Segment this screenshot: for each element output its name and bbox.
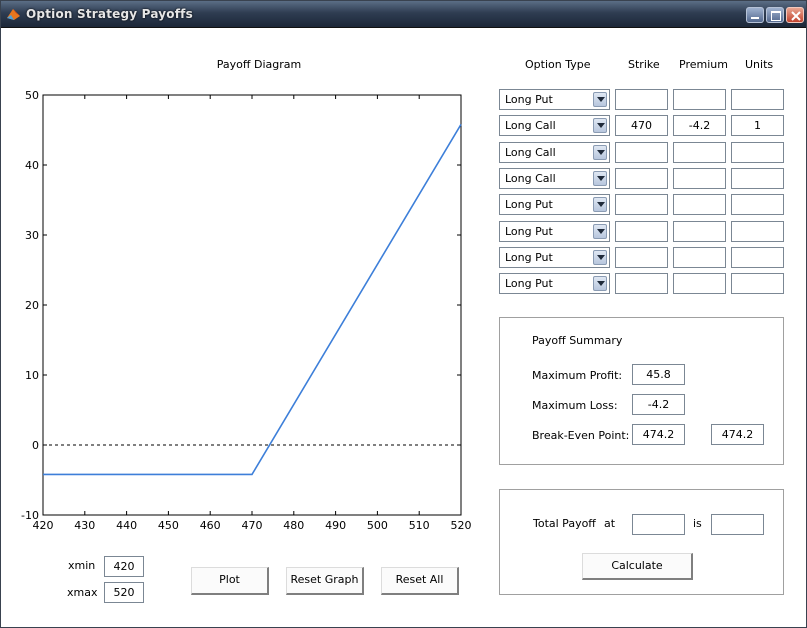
option-type-value: Long Put (505, 225, 553, 238)
units-input[interactable] (731, 194, 784, 215)
total-payoff-label: Total Payoff (533, 517, 596, 530)
chevron-down-icon[interactable] (593, 250, 607, 265)
max-profit-label: Maximum Profit: (532, 369, 623, 382)
app-window: Option Strategy Payoffs Payoff Diagram -… (0, 0, 807, 628)
premium-input[interactable] (673, 168, 726, 189)
summary-title: Payoff Summary (532, 334, 623, 347)
reset-all-button[interactable]: Reset All (381, 567, 459, 595)
header-premium: Premium (679, 58, 728, 71)
option-type-select[interactable]: Long Put (499, 89, 610, 110)
chevron-down-icon[interactable] (593, 145, 607, 160)
total-is-label: is (693, 517, 702, 530)
calculate-button[interactable]: Calculate (582, 553, 693, 580)
header-units: Units (745, 58, 774, 71)
option-type-value: Long Put (505, 277, 553, 290)
option-type-select[interactable]: Long Call (499, 142, 610, 163)
total-at-label: at (604, 517, 616, 530)
x-tick-label: 420 (33, 519, 54, 532)
max-profit-field[interactable]: 45.8 (632, 364, 685, 385)
premium-input[interactable] (673, 273, 726, 294)
y-tick-label: 10 (25, 369, 39, 382)
x-tick-label: 480 (283, 519, 304, 532)
breakeven-field-1[interactable]: 474.2 (632, 424, 685, 445)
strike-input[interactable] (615, 221, 668, 242)
xmax-label: xmax (67, 586, 98, 599)
y-tick-label: 0 (32, 439, 39, 452)
close-button[interactable] (786, 7, 804, 23)
chevron-down-icon[interactable] (593, 171, 607, 186)
strike-input[interactable] (615, 142, 668, 163)
strike-input[interactable] (615, 168, 668, 189)
minimize-button[interactable] (746, 7, 764, 23)
option-type-value: Long Call (505, 146, 556, 159)
option-type-select[interactable]: Long Put (499, 247, 610, 268)
plot-axes-box (42, 94, 462, 516)
units-input[interactable] (731, 221, 784, 242)
xmin-input[interactable]: 420 (104, 556, 144, 577)
option-type-value: Long Put (505, 93, 553, 106)
breakeven-field-2[interactable]: 474.2 (711, 424, 764, 445)
option-type-value: Long Put (505, 251, 553, 264)
x-tick-label: 440 (116, 519, 137, 532)
units-input[interactable] (731, 273, 784, 294)
premium-input[interactable] (673, 142, 726, 163)
x-tick-label: 470 (242, 519, 263, 532)
strike-input[interactable] (615, 247, 668, 268)
units-input[interactable] (731, 89, 784, 110)
option-type-value: Long Put (505, 198, 553, 211)
x-tick-label: 430 (74, 519, 95, 532)
plot-button[interactable]: Plot (191, 567, 269, 595)
option-type-select[interactable]: Long Put (499, 273, 610, 294)
max-loss-label: Maximum Loss: (532, 399, 618, 412)
units-input[interactable] (731, 142, 784, 163)
option-type-select[interactable]: Long Call (499, 115, 610, 136)
chevron-down-icon[interactable] (593, 118, 607, 133)
strike-input[interactable] (615, 194, 668, 215)
total-is-field[interactable] (711, 514, 764, 535)
premium-input[interactable] (673, 247, 726, 268)
premium-input[interactable] (673, 194, 726, 215)
y-tick-label: 20 (25, 299, 39, 312)
chevron-down-icon[interactable] (593, 276, 607, 291)
units-input[interactable]: 1 (731, 115, 784, 136)
x-tick-label: 520 (451, 519, 472, 532)
option-type-select[interactable]: Long Put (499, 194, 610, 215)
chevron-down-icon[interactable] (593, 197, 607, 212)
xmin-label: xmin (68, 559, 96, 572)
units-input[interactable] (731, 247, 784, 268)
premium-input[interactable]: -4.2 (673, 115, 726, 136)
maximize-button[interactable] (766, 7, 784, 23)
premium-input[interactable] (673, 221, 726, 242)
chevron-down-icon[interactable] (593, 92, 607, 107)
chevron-down-icon[interactable] (593, 224, 607, 239)
close-icon (791, 11, 801, 21)
option-type-select[interactable]: Long Call (499, 168, 610, 189)
strike-input[interactable] (615, 89, 668, 110)
breakeven-label: Break-Even Point: (532, 429, 630, 442)
units-input[interactable] (731, 168, 784, 189)
header-strike: Strike (628, 58, 660, 71)
header-option-type: Option Type (525, 58, 591, 71)
x-tick-label: 490 (325, 519, 346, 532)
x-tick-label: 510 (409, 519, 430, 532)
option-type-select[interactable]: Long Put (499, 221, 610, 242)
strike-input[interactable]: 470 (615, 115, 668, 136)
payoff-chart: Payoff Diagram -1001020304050 420 430 440 4… (21, 58, 472, 532)
max-loss-field[interactable]: -4.2 (632, 394, 685, 415)
total-at-input[interactable] (632, 514, 685, 535)
reset-graph-button[interactable]: Reset Graph (286, 567, 364, 595)
x-tick-label: 450 (158, 519, 179, 532)
xmax-input[interactable]: 520 (104, 582, 144, 603)
x-tick-label: 460 (200, 519, 221, 532)
strike-input[interactable] (615, 273, 668, 294)
option-type-value: Long Call (505, 119, 556, 132)
premium-input[interactable] (673, 89, 726, 110)
chart-title: Payoff Diagram (217, 58, 301, 71)
x-tick-label: 500 (367, 519, 388, 532)
y-tick-label: 50 (25, 89, 39, 102)
y-tick-label: 30 (25, 229, 39, 242)
y-tick-label: 40 (25, 159, 39, 172)
option-type-value: Long Call (505, 172, 556, 185)
